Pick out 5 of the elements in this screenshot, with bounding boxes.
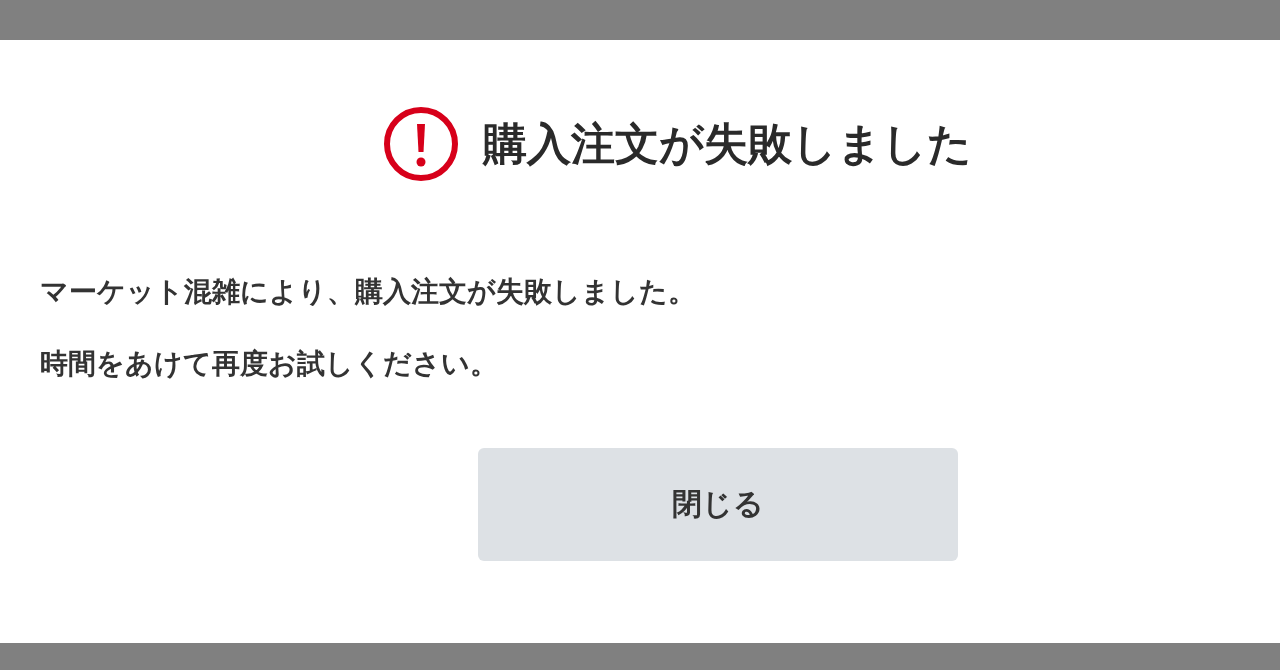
message-text: 時間をあけて再度お試しください。 xyxy=(40,346,499,382)
close-button[interactable]: 閉じる xyxy=(478,448,958,561)
message-text: マーケット混雑により、購入注文が失敗しました。 xyxy=(40,274,697,310)
error-icon xyxy=(383,106,459,182)
dialog-title: 購入注文が失敗しました xyxy=(483,116,972,171)
